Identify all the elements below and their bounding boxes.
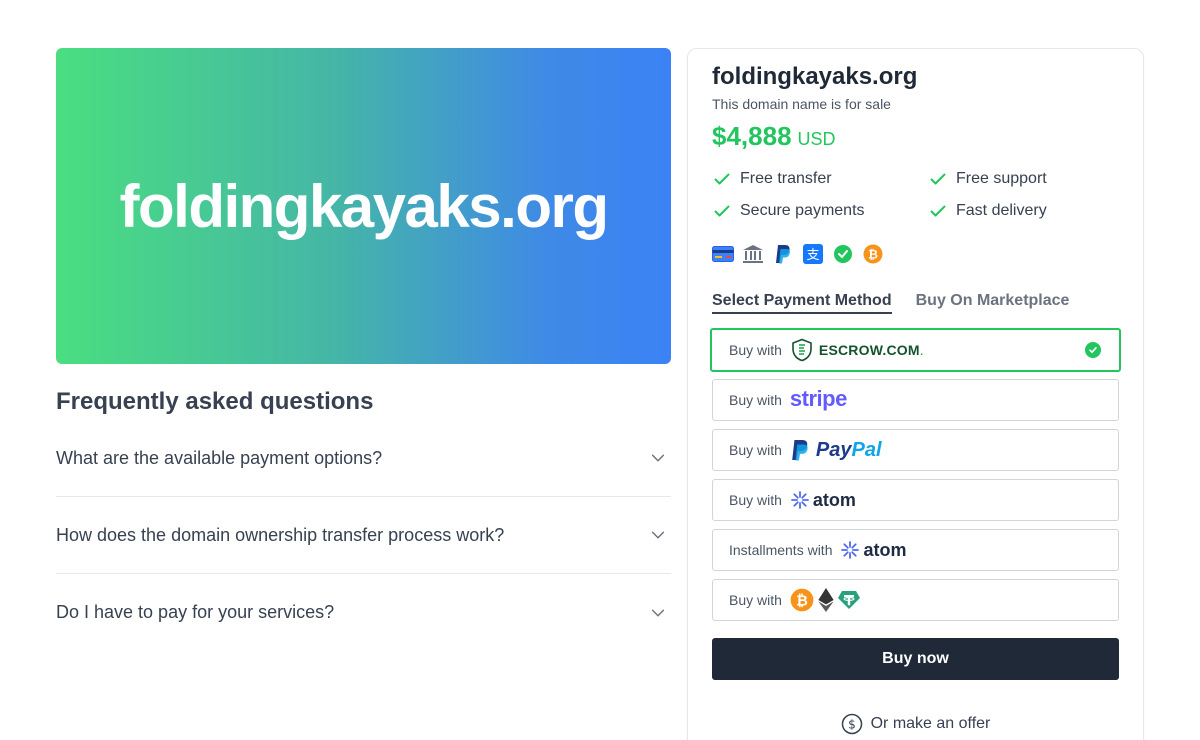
svg-text:支: 支	[806, 248, 819, 263]
faq-list: What are the available payment options? …	[56, 420, 671, 651]
escrow-wordmark: ESCROW.COM	[818, 342, 920, 358]
faq-question: What are the available payment options?	[56, 447, 383, 468]
card-domain-name: foldingkayaks.org	[712, 63, 918, 90]
faq-item-payment-options[interactable]: What are the available payment options?	[56, 420, 671, 497]
payment-icons-row: 支 ₿	[712, 243, 884, 265]
atom-wordmark: atom	[812, 489, 856, 510]
chevron-down-icon	[651, 454, 665, 462]
payment-option-crypto[interactable]: Buy with ₿	[712, 579, 1119, 621]
alipay-icon: 支	[802, 243, 824, 265]
paypal-wordmark: PayPal	[815, 438, 882, 461]
chevron-down-icon	[651, 609, 665, 616]
purchase-card: foldingkayaks.org This domain name is fo…	[687, 48, 1144, 740]
faq-heading: Frequently asked questions	[56, 388, 374, 415]
payment-tabs: Select Payment Method Buy On Marketplace	[712, 292, 1069, 314]
paypal-icon	[772, 243, 794, 265]
for-sale-subtitle: This domain name is for sale	[712, 96, 891, 112]
payment-option-escrow[interactable]: Buy with ESCROW.COM .	[710, 328, 1121, 372]
make-offer-link[interactable]: $ Or make an offer	[712, 713, 1119, 735]
method-label: Buy with	[729, 442, 782, 458]
bank-icon	[742, 243, 764, 265]
atom-wordmark: atom	[863, 539, 907, 560]
feature-fast-delivery: Fast delivery	[928, 201, 1047, 221]
faq-item-transfer-process[interactable]: How does the domain ownership transfer p…	[56, 497, 671, 574]
feature-label: Secure payments	[740, 202, 865, 219]
feature-label: Free transfer	[740, 170, 832, 187]
feature-free-support: Free support	[928, 169, 1047, 189]
price-row: $4,888 USD	[712, 121, 836, 152]
hero-domain-title: foldingkayaks.org	[119, 172, 609, 240]
bitcoin-icon: ₿	[862, 243, 884, 265]
check-icon	[930, 205, 946, 217]
feature-label: Free support	[956, 170, 1047, 187]
make-offer-label: Or make an offer	[870, 715, 991, 732]
escrow-dot: .	[919, 342, 924, 358]
faq-question: How does the domain ownership transfer p…	[56, 524, 505, 545]
tab-buy-on-marketplace[interactable]: Buy On Marketplace	[916, 292, 1070, 314]
payment-option-installments-atom[interactable]: Installments with atom	[712, 529, 1119, 571]
feature-free-transfer: Free transfer	[712, 169, 832, 189]
svg-text:₿: ₿	[796, 593, 808, 609]
faq-item-service-fees[interactable]: Do I have to pay for your services?	[56, 574, 671, 651]
payment-method-list: Buy with ESCROW.COM . Buy with stripe Bu…	[710, 328, 1121, 629]
feature-label: Fast delivery	[956, 202, 1047, 219]
buy-now-button[interactable]: Buy now	[712, 638, 1119, 680]
payment-option-stripe[interactable]: Buy with stripe	[712, 379, 1119, 421]
tether-icon	[837, 591, 860, 609]
tab-select-payment-method[interactable]: Select Payment Method	[712, 292, 892, 314]
method-label: Buy with	[729, 342, 782, 358]
price-amount: $4,888	[712, 121, 792, 151]
method-label: Buy with	[729, 592, 782, 608]
method-label: Installments with	[729, 542, 833, 558]
check-icon	[930, 173, 946, 185]
check-icon	[714, 173, 730, 185]
method-label: Buy with	[729, 492, 782, 508]
stripe-logo: stripe	[789, 386, 847, 411]
wechat-pay-icon	[832, 243, 854, 265]
payment-option-paypal[interactable]: Buy with PayPal	[712, 429, 1119, 471]
paypal-logo-icon	[792, 440, 808, 461]
svg-text:$: $	[848, 718, 856, 732]
svg-text:₿: ₿	[868, 248, 878, 262]
price-currency: USD	[797, 129, 836, 149]
atom-logo-icon	[841, 541, 860, 559]
check-icon	[714, 205, 730, 217]
bitcoin-icon: ₿	[790, 588, 814, 612]
ethereum-icon	[818, 588, 834, 612]
payment-option-atom[interactable]: Buy with atom	[712, 479, 1119, 521]
credit-card-icon	[712, 243, 734, 265]
faq-question: Do I have to pay for your services?	[56, 602, 335, 622]
chevron-down-icon	[651, 531, 665, 539]
method-label: Buy with	[729, 392, 782, 408]
escrow-logo-icon	[792, 338, 812, 362]
domain-hero-banner: foldingkayaks.org	[56, 48, 671, 364]
dollar-circle-icon: $	[841, 713, 862, 735]
feature-secure-payments: Secure payments	[712, 201, 865, 221]
atom-logo-icon	[791, 491, 809, 509]
selected-check-icon	[1085, 342, 1101, 358]
